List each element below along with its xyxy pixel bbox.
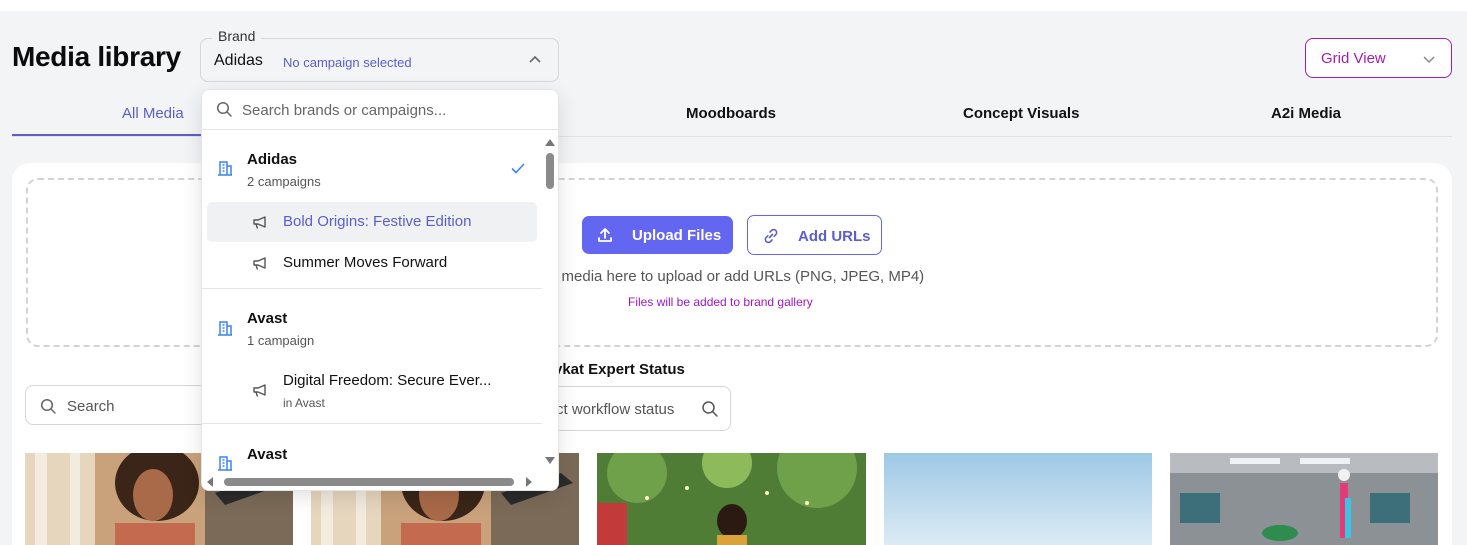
- campaign-option-label: Bold Origins: Festive Edition: [283, 213, 472, 230]
- campaign-status: No campaign selected: [283, 55, 412, 70]
- upload-files-label: Upload Files: [632, 227, 722, 244]
- image-runner-park-icon: [597, 453, 866, 545]
- search-icon: [702, 401, 718, 417]
- add-urls-label: Add URLs: [798, 228, 871, 245]
- brand-option-count: 1 campaign: [247, 333, 315, 348]
- dropdown-search-placeholder: Search brands or campaigns...: [242, 102, 447, 119]
- building-icon: [218, 456, 232, 471]
- megaphone-icon: [253, 257, 266, 270]
- brand-dropdown: Search brands or campaigns... Adidas 2 c…: [201, 89, 559, 491]
- brand-option-name: Avast: [247, 446, 288, 463]
- add-urls-button[interactable]: Add URLs: [747, 215, 882, 255]
- top-strip: [0, 0, 1467, 11]
- media-search-placeholder: Search: [67, 398, 115, 415]
- chevron-down-icon: [1423, 56, 1435, 64]
- media-thumbnail[interactable]: [1170, 453, 1438, 545]
- campaign-option-bold-origins[interactable]: Bold Origins: Festive Edition: [207, 202, 537, 242]
- workflow-status-select[interactable]: ct workflow status: [530, 386, 731, 431]
- media-search-input[interactable]: Search: [25, 385, 215, 425]
- search-icon: [40, 398, 56, 414]
- campaign-option-label: Digital Freedom: Secure Ever...: [283, 372, 492, 389]
- search-icon: [216, 101, 232, 117]
- dropzone-hint: o media here to upload or add URLs (PNG,…: [549, 268, 925, 285]
- view-selector-label: Grid View: [1321, 50, 1386, 67]
- brand-option-name: Adidas: [247, 151, 298, 168]
- check-icon: [511, 163, 525, 174]
- tab-moodboards[interactable]: Moodboards: [686, 105, 776, 122]
- dropdown-divider: [202, 288, 542, 289]
- upload-icon: [598, 228, 612, 242]
- workflow-status-label: ttykat Expert Status: [544, 361, 685, 378]
- tab-all-media[interactable]: All Media: [122, 105, 184, 122]
- campaign-option-digital-freedom[interactable]: Digital Freedom: Secure Ever... in Avast: [207, 361, 537, 413]
- campaign-option-brand: in Avast: [283, 396, 325, 410]
- brand-selector[interactable]: Adidas No campaign selected: [200, 38, 559, 82]
- tab-a2i-media[interactable]: A2i Media: [1271, 105, 1341, 122]
- building-icon: [218, 161, 232, 176]
- image-sky-icon: [884, 453, 1152, 545]
- megaphone-icon: [253, 384, 266, 397]
- campaign-option-summer-moves[interactable]: Summer Moves Forward: [207, 243, 537, 283]
- brand-option-count: 2 campaigns: [247, 174, 321, 189]
- dropdown-divider: [202, 423, 542, 424]
- brand-legend: Brand: [212, 28, 262, 44]
- selected-brand: Adidas: [214, 52, 263, 69]
- tab-concept-visuals[interactable]: Concept Visuals: [963, 105, 1079, 122]
- brand-option-name: Avast: [247, 310, 288, 327]
- active-tab-indicator: [12, 134, 212, 136]
- upload-files-button[interactable]: Upload Files: [582, 216, 733, 254]
- megaphone-icon: [253, 216, 266, 229]
- chevron-up-icon: [529, 55, 541, 63]
- workflow-status-placeholder: ct workflow status: [556, 401, 675, 418]
- campaign-option-label: Summer Moves Forward: [283, 254, 448, 271]
- page-title: Media library: [12, 41, 181, 72]
- horizontal-scrollbar[interactable]: [204, 475, 542, 489]
- view-selector[interactable]: Grid View: [1305, 38, 1452, 78]
- media-thumbnail[interactable]: [884, 453, 1152, 545]
- dropdown-search-input[interactable]: Search brands or campaigns...: [202, 90, 558, 130]
- image-lab-robot-icon: [1170, 453, 1438, 545]
- dropzone-note: Files will be added to brand gallery: [628, 295, 813, 309]
- media-thumbnail[interactable]: [597, 453, 866, 545]
- vertical-scrollbar[interactable]: [543, 135, 557, 465]
- building-icon: [218, 321, 232, 336]
- link-icon: [764, 228, 778, 244]
